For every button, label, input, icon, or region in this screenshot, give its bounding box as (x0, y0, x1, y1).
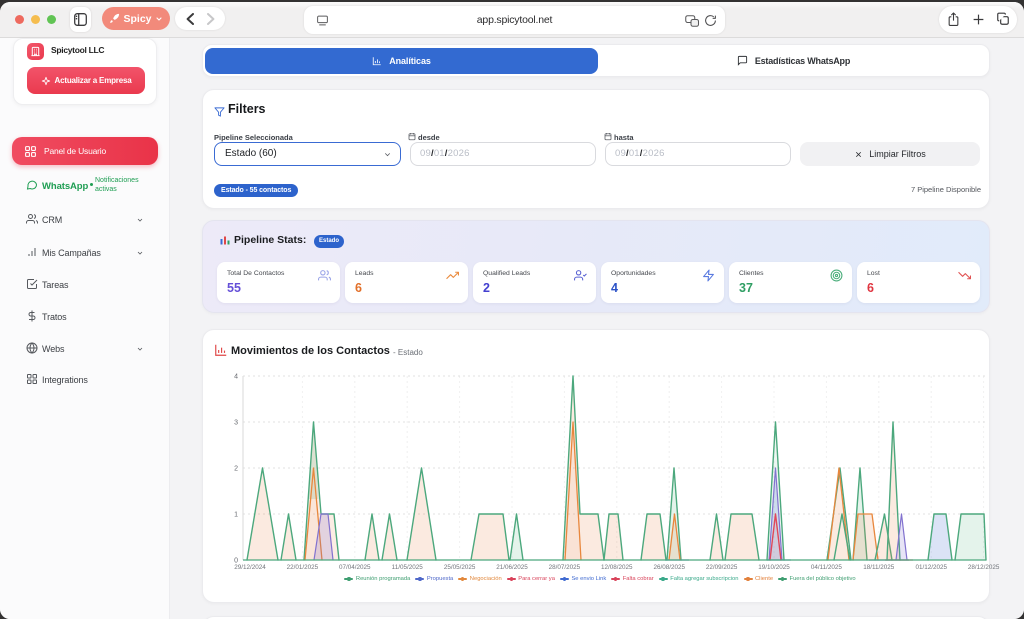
svg-text:19/10/2025: 19/10/2025 (758, 564, 790, 571)
svg-text:07/04/2025: 07/04/2025 (339, 564, 371, 571)
svg-text:29/12/2024: 29/12/2024 (234, 564, 266, 571)
svg-text:4: 4 (234, 374, 238, 381)
svg-text:11/05/2025: 11/05/2025 (392, 564, 424, 571)
svg-text:01/12/2025: 01/12/2025 (915, 564, 947, 571)
svg-text:28/12/2025: 28/12/2025 (968, 564, 1000, 571)
svg-text:3: 3 (234, 420, 238, 427)
svg-text:2: 2 (234, 466, 238, 473)
svg-text:21/06/2025: 21/06/2025 (496, 564, 528, 571)
svg-text:18/11/2025: 18/11/2025 (863, 564, 895, 571)
svg-text:04/11/2025: 04/11/2025 (811, 564, 843, 571)
svg-text:22/01/2025: 22/01/2025 (287, 564, 319, 571)
svg-text:1: 1 (234, 512, 238, 519)
svg-text:22/09/2025: 22/09/2025 (706, 564, 738, 571)
svg-text:12/08/2025: 12/08/2025 (601, 564, 633, 571)
svg-text:26/08/2025: 26/08/2025 (653, 564, 685, 571)
svg-text:28/07/2025: 28/07/2025 (549, 564, 581, 571)
svg-text:25/05/2025: 25/05/2025 (444, 564, 476, 571)
